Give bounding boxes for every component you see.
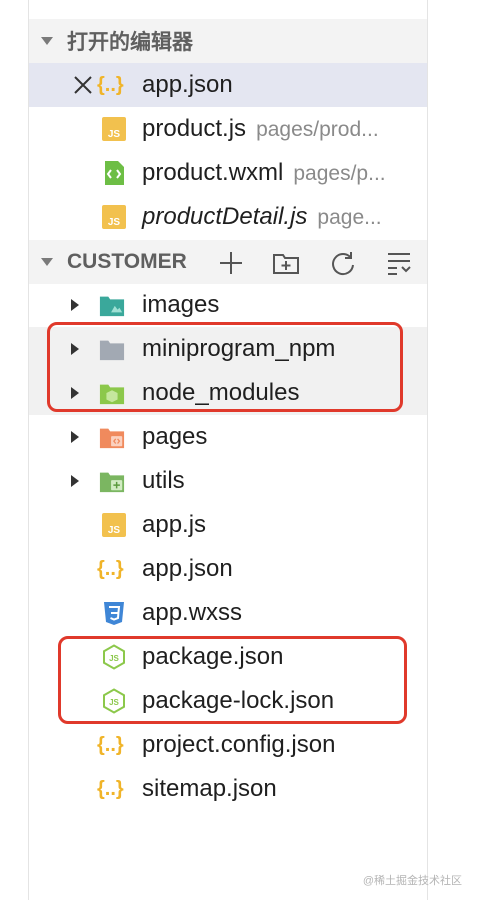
tree-item-package-lock-json[interactable]: JS package-lock.json xyxy=(29,679,427,723)
chevron-down-icon[interactable] xyxy=(41,37,53,45)
tree-item-label: package-lock.json xyxy=(142,687,335,714)
tree-item-utils[interactable]: utils xyxy=(29,459,427,503)
json-icon: {..} xyxy=(97,74,124,96)
file-name: product.js xyxy=(142,115,247,142)
tree-item-label: pages xyxy=(142,423,208,450)
tree-item-project-config-json[interactable]: {..} project.config.json xyxy=(29,723,427,767)
js-file-icon: JS xyxy=(102,117,126,141)
json-icon: {..} xyxy=(97,734,124,756)
open-editor-label: product.js pages/prod... xyxy=(142,115,379,144)
workspace-title: CUSTOMER xyxy=(67,250,187,273)
tree-item-label: miniprogram_npm xyxy=(142,335,336,362)
open-editor-product-wxml[interactable]: product.wxml pages/p... xyxy=(29,151,427,195)
chevron-down-icon[interactable] xyxy=(41,258,53,266)
file-name: product.wxml xyxy=(142,159,284,186)
open-editors-title: 打开的编辑器 xyxy=(67,31,193,54)
file-path: page... xyxy=(317,206,382,229)
refresh-icon[interactable] xyxy=(329,249,357,277)
tree-item-package-json[interactable]: JS package.json xyxy=(29,635,427,679)
tree-item-app-json[interactable]: {..} app.json xyxy=(29,547,427,591)
tree-item-miniprogram-npm[interactable]: miniprogram_npm xyxy=(29,327,427,371)
tree-item-label: app.wxss xyxy=(142,599,243,626)
tree-item-sitemap-json[interactable]: {..} sitemap.json xyxy=(29,767,427,811)
tree-item-label: app.json xyxy=(142,555,233,582)
tree-item-label: node_modules xyxy=(142,379,300,406)
watermark: @稀土掘金技术社区 xyxy=(362,875,462,887)
tree-item-pages[interactable]: pages xyxy=(29,415,427,459)
tree-item-label: utils xyxy=(142,467,185,494)
workspace-header[interactable]: CUSTOMER xyxy=(29,240,427,284)
folder-node-icon xyxy=(99,384,125,405)
file-path: pages/prod... xyxy=(256,118,379,141)
folder-utils-icon xyxy=(99,472,125,493)
js-file-icon: JS xyxy=(102,205,126,229)
open-editor-label: app.json xyxy=(142,71,233,98)
css-file-icon xyxy=(104,602,124,625)
tree-item-app-js[interactable]: JS app.js xyxy=(29,503,427,547)
open-editor-label: productDetail.js page... xyxy=(142,203,382,232)
tree-item-label: project.config.json xyxy=(142,731,336,758)
tree-item-app-wxss[interactable]: app.wxss xyxy=(29,591,427,635)
file-path: pages/p... xyxy=(293,162,386,185)
tree-item-label: app.js xyxy=(142,511,207,538)
folder-pages-icon xyxy=(99,428,125,449)
open-editor-label: product.wxml pages/p... xyxy=(142,159,386,188)
chevron-right-icon[interactable] xyxy=(71,299,79,311)
svg-text:JS: JS xyxy=(108,217,121,228)
open-editor-app-json[interactable]: {..} app.json xyxy=(29,63,427,107)
close-icon[interactable] xyxy=(71,73,95,97)
file-name: productDetail.js xyxy=(142,203,308,230)
new-folder-icon[interactable] xyxy=(272,249,300,277)
chevron-right-icon[interactable] xyxy=(71,431,79,443)
nodejs-icon: JS xyxy=(103,688,125,714)
tree-item-node-modules[interactable]: node_modules xyxy=(29,371,427,415)
js-file-icon: JS xyxy=(102,513,126,537)
chevron-right-icon[interactable] xyxy=(71,387,79,399)
svg-text:JS: JS xyxy=(108,129,121,140)
tree-item-label: sitemap.json xyxy=(142,775,277,802)
svg-text:JS: JS xyxy=(109,654,119,663)
folder-images-icon xyxy=(99,296,125,317)
json-icon: {..} xyxy=(97,558,124,580)
open-editor-product-js[interactable]: JS product.js pages/prod... xyxy=(29,107,427,151)
collapse-all-icon[interactable] xyxy=(385,249,413,277)
new-file-icon[interactable] xyxy=(217,249,245,277)
open-editors-header[interactable]: 打开的编辑器 xyxy=(29,19,427,63)
chevron-right-icon[interactable] xyxy=(71,343,79,355)
svg-text:JS: JS xyxy=(109,698,119,707)
tree-item-label: package.json xyxy=(142,643,284,670)
tree-item-label: images xyxy=(142,291,220,318)
explorer-panel: 打开的编辑器 {..} app.json JS product.js pages/… xyxy=(28,0,428,900)
chevron-right-icon[interactable] xyxy=(71,475,79,487)
svg-text:JS: JS xyxy=(108,525,121,536)
open-editor-productdetail-js[interactable]: JS productDetail.js page... xyxy=(29,195,427,239)
folder-icon xyxy=(99,340,125,361)
tree-item-images[interactable]: images xyxy=(29,283,427,327)
wxml-file-icon xyxy=(105,161,124,185)
json-icon: {..} xyxy=(97,778,124,800)
nodejs-icon: JS xyxy=(103,644,125,670)
